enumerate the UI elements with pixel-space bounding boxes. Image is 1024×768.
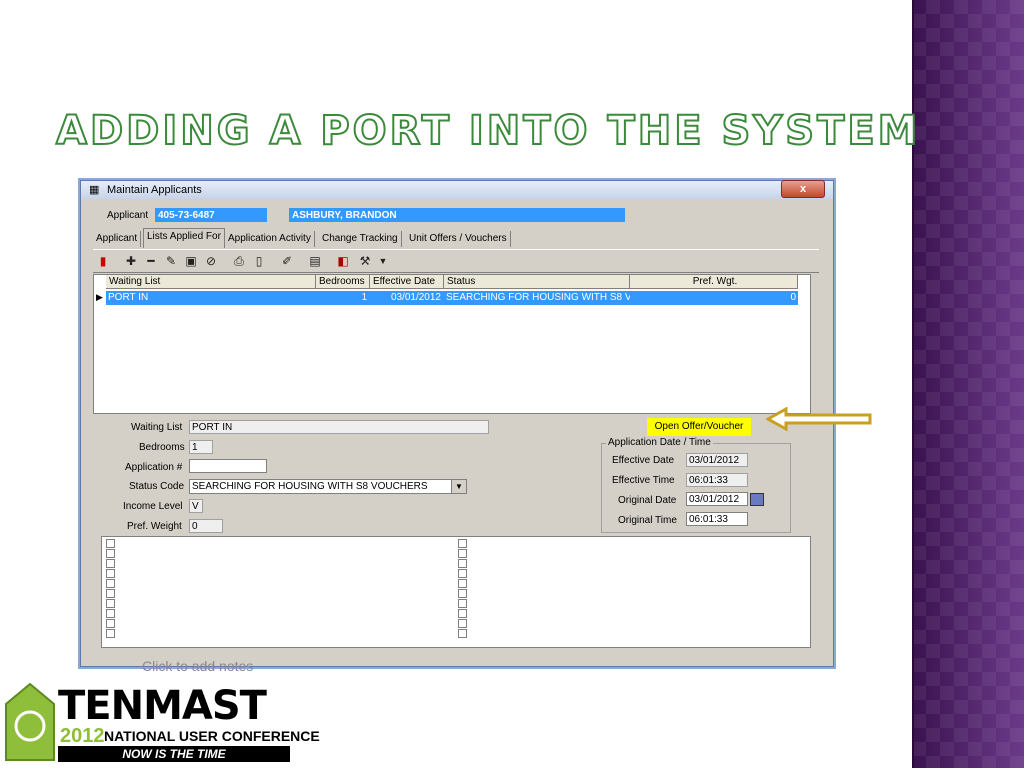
checkbox[interactable] [458,569,467,578]
tab-lists-applied-for[interactable]: Lists Applied For [143,228,225,248]
status-code-label: Status Code [129,481,185,492]
waiting-list-field[interactable]: PORT IN [189,420,489,434]
arrow-pointer-icon [766,407,872,431]
cell-effective-date: 03/01/2012 [390,292,441,303]
income-level-field[interactable]: V [189,499,203,513]
house-logo-icon [5,682,55,761]
waiting-list-label: Waiting List [131,422,183,433]
column-header-bedrooms[interactable]: Bedrooms [316,275,370,289]
pref-weight-label: Pref. Weight [127,521,182,532]
checkbox[interactable] [458,549,467,558]
checkbox[interactable] [106,619,115,628]
checkbox[interactable] [106,549,115,558]
book-icon[interactable]: ◧ [335,253,351,269]
calendar-icon[interactable] [750,493,764,506]
income-level-label: Income Level [123,501,183,512]
effective-time-field[interactable]: 06:01:33 [686,473,748,487]
checkbox[interactable] [458,619,467,628]
checkbox[interactable] [458,539,467,548]
print-icon[interactable]: ⎙ [231,253,247,269]
tab-application-activity[interactable]: Application Activity [225,231,315,247]
edit-icon[interactable]: ✎ [163,253,179,269]
column-header-effective-date[interactable]: Effective Date [370,275,444,289]
cancel-icon[interactable]: ⊘ [203,253,219,269]
logo-tagline: NOW IS THE TIME [58,746,290,762]
checkbox[interactable] [458,629,467,638]
bedrooms-field[interactable]: 1 [189,440,213,454]
remove-icon[interactable]: ━ [143,253,159,269]
checkbox[interactable] [106,569,115,578]
cell-bedrooms: 1 [361,292,367,303]
save-icon[interactable]: ▣ [183,253,199,269]
close-button[interactable]: x [781,180,825,198]
checkbox[interactable] [106,599,115,608]
app-icon: ▦ [89,184,100,196]
checkbox[interactable] [458,609,467,618]
checkbox[interactable] [106,539,115,548]
status-code-value: SEARCHING FOR HOUSING WITH S8 VOUCHERS [192,481,428,492]
column-header-status[interactable]: Status [444,275,630,289]
effective-date-field[interactable]: 03/01/2012 [686,453,748,467]
checkbox[interactable] [106,589,115,598]
pref-weight-field[interactable]: 0 [189,519,223,533]
checkbox[interactable] [458,579,467,588]
table-row[interactable]: PORT IN 1 03/01/2012 SEARCHING FOR HOUSI… [106,291,798,305]
tools-icon[interactable]: ⚒ [357,253,373,269]
toolbar: ▮ ✚ ━ ✎ ▣ ⊘ ⎙ ▯ ✐ ▤ ◧ ⚒ ▼ [93,249,819,273]
decorative-side-panel [912,0,1024,768]
form-icon[interactable]: ▤ [307,253,323,269]
waiting-list-grid: Waiting List Bedrooms Effective Date Sta… [93,274,811,414]
marker-icon[interactable]: ✐ [279,253,295,269]
application-number-label: Application # [125,462,183,473]
checkbox[interactable] [458,599,467,608]
status-code-select[interactable]: SEARCHING FOR HOUSING WITH S8 VOUCHERS ▼ [189,479,467,494]
effective-time-label: Effective Time [612,475,675,486]
checkbox[interactable] [106,579,115,588]
applicant-label: Applicant [107,210,149,221]
original-time-field[interactable]: 06:01:33 [686,512,748,526]
applicant-id-field[interactable]: 405-73-6487 [155,208,267,222]
applicant-name-field[interactable]: ASHBURY, BRANDON [289,208,625,222]
logo-year: 2012 [60,725,105,747]
cell-status: SEARCHING FOR HOUSING WITH S8 V [446,292,630,303]
column-header-waiting-list[interactable]: Waiting List [106,275,316,289]
application-number-field[interactable] [189,459,267,473]
bedrooms-label: Bedrooms [139,442,185,453]
checkbox[interactable] [458,589,467,598]
row-selector-icon: ▶ [96,292,103,302]
cell-waiting-list: PORT IN [108,292,149,303]
exit-icon[interactable]: ▮ [95,253,111,269]
column-header-pref-wgt[interactable]: Pref. Wgt. [630,275,798,289]
original-time-label: Original Time [618,515,677,526]
open-offer-voucher-button[interactable]: Open Offer/Voucher [647,418,751,436]
tab-change-tracking[interactable]: Change Tracking [319,231,402,247]
maintain-applicants-window: ▦ Maintain Applicants x Applicant 405-73… [80,180,834,667]
logo-conference: NATIONAL USER CONFERENCE [104,728,320,744]
chevron-down-icon[interactable]: ▼ [451,480,466,493]
notes-placeholder: Click to add notes [142,658,254,674]
group-title: Application Date / Time [606,437,713,448]
tab-unit-offers-vouchers[interactable]: Unit Offers / Vouchers [406,231,511,247]
tab-applicant[interactable]: Applicant [93,231,142,247]
add-icon[interactable]: ✚ [123,253,139,269]
logo-brand: TENMAST [58,683,267,729]
slide-title: Adding a Port into the System [55,107,921,155]
window-titlebar: ▦ Maintain Applicants x [81,180,833,199]
effective-date-label: Effective Date [612,455,675,466]
checkbox[interactable] [458,559,467,568]
checkbox[interactable] [106,559,115,568]
checkbox-list-panel [101,536,811,648]
checkbox[interactable] [106,629,115,638]
cell-pref-wgt: 0 [790,292,796,303]
dropdown-arrow-icon[interactable]: ▼ [375,253,391,269]
document-icon[interactable]: ▯ [251,253,267,269]
original-date-field[interactable]: 03/01/2012 [686,492,748,506]
original-date-label: Original Date [618,495,677,506]
checkbox[interactable] [106,609,115,618]
window-title: Maintain Applicants [107,184,202,196]
application-date-time-group: Application Date / Time Effective Date 0… [601,437,791,533]
